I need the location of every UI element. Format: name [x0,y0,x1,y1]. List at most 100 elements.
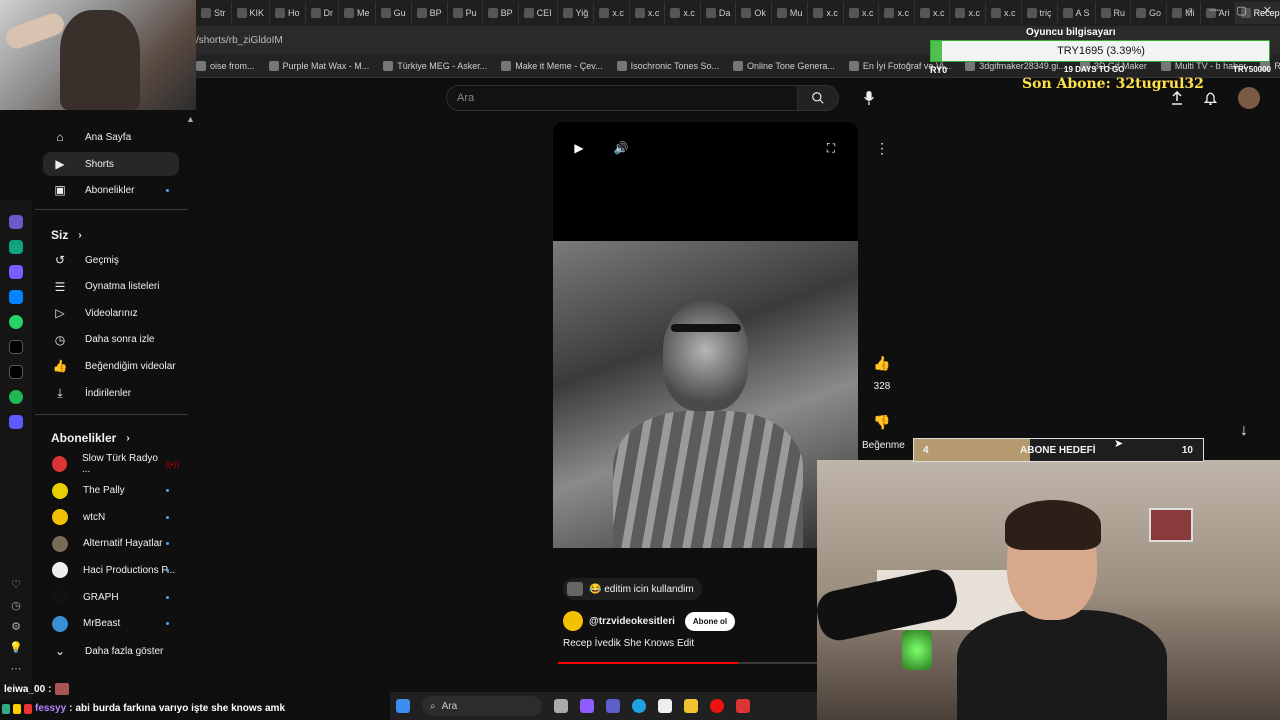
show-more-button[interactable]: ⌄ Daha fazla göster [43,639,179,663]
next-short-button[interactable]: ↓ [1232,419,1256,443]
browser-tab[interactable]: x.c [808,2,844,24]
sidebar-channel[interactable]: GRAPH [43,585,179,609]
store-icon[interactable] [658,699,672,713]
file-explorer-icon[interactable] [684,699,698,713]
browser-tab[interactable]: x.c [986,2,1022,24]
collapse-arrow-icon[interactable]: ▲ [186,114,195,124]
aria-icon[interactable] [9,215,23,229]
minimize-icon[interactable]: — [1209,4,1220,17]
sidebar-channel[interactable]: Haci Productions P... [43,558,179,582]
whatsapp-icon[interactable] [9,315,23,329]
subscribe-button[interactable]: Abone ol [684,611,736,631]
browser-tab[interactable]: Ho [270,2,306,24]
browser-tab[interactable]: Me [339,2,376,24]
you-section-header[interactable]: Siz › [51,228,82,242]
browser-tab[interactable]: CEI [519,2,558,24]
chatgpt-icon[interactable] [9,240,23,254]
search-button[interactable] [797,85,839,111]
bulb-icon[interactable]: 💡 [9,641,23,654]
browser-tab[interactable]: A S [1058,2,1096,24]
browser-tab[interactable]: x.c [879,2,915,24]
opera-icon[interactable] [710,699,724,713]
short-player[interactable]: ▶ 🔊 ⛶ 😂 editim icin kullandim @trzvideok… [553,122,858,670]
sidebar-item-playlists[interactable]: ☰ Oynatma listeleri [43,275,179,299]
bookmark-item[interactable]: Isochronic Tones So... [616,60,719,71]
x-icon[interactable] [9,365,23,379]
url-text[interactable]: /shorts/rb_ziGldoIM [196,35,283,46]
search-input[interactable]: Ara [446,85,798,111]
tiktok-icon[interactable] [9,340,23,354]
settings-icon[interactable]: ⚙ [11,620,21,633]
copilot-icon[interactable] [580,699,594,713]
browser-tab[interactable]: Go [1131,2,1168,24]
heart-icon[interactable]: ♡ [11,578,21,591]
sidebar-channel[interactable]: Slow Türk Radyo ... ((•)) [43,452,179,476]
sidebar-channel[interactable]: MrBeast [43,612,179,636]
sidebar-item-watch-later[interactable]: ◷ Daha sonra izle [43,328,179,352]
player-icon[interactable] [9,415,23,429]
search-tabs-icon[interactable]: ⌕ [1187,4,1193,17]
browser-tab[interactable]: KIK [232,2,271,24]
bookmark-item[interactable]: oise from... [196,60,255,71]
more-actions-button[interactable]: ⋮ [870,136,894,160]
progress-bar[interactable] [558,662,858,664]
browser-tab[interactable]: Yiğ [558,2,595,24]
bookmark-item[interactable]: Make it Meme - Çev... [501,60,603,71]
sidebar-item-downloads[interactable]: ⤓ İndirilenler [43,381,179,405]
close-icon[interactable]: ✕ [1263,4,1272,17]
more-icon[interactable]: ⋯ [11,662,22,675]
cs-icon[interactable] [9,265,23,279]
sidebar-channel[interactable]: Alternatif Hayatlar [43,532,179,556]
browser-tab[interactable]: Dr [306,2,340,24]
like-button[interactable]: 👍 328 [862,351,902,393]
bookmark-item[interactable]: Online Tone Genera... [732,60,835,71]
short-title[interactable]: Recep İvedik She Knows Edit [563,638,694,649]
subscriptions-section-header[interactable]: Abonelikler › [51,431,130,445]
browser-tab[interactable]: x.c [950,2,986,24]
volume-icon[interactable]: 🔊 [613,140,629,156]
browser-tab[interactable]: x.c [630,2,666,24]
sidebar-item-shorts[interactable]: ▶ Shorts [43,152,179,176]
sidebar-item-your-videos[interactable]: ▷ Videolarınız [43,301,179,325]
sidebar-item-subscriptions[interactable]: ▣ Abonelikler [43,178,179,202]
browser-tab[interactable]: x.c [594,2,630,24]
sidebar-item-home[interactable]: ⌂ Ana Sayfa [43,125,179,149]
teams-icon[interactable] [606,699,620,713]
dislike-button[interactable]: 👎 Beğenme [862,410,905,452]
bookmark-item[interactable]: Türkiye MEG - Asker... [383,60,487,71]
messenger-icon[interactable] [9,290,23,304]
maximize-icon[interactable]: ▢ [1236,4,1246,17]
task-view-icon[interactable] [554,699,568,713]
voice-search-button[interactable] [857,86,881,110]
browser-tab[interactable]: BP [483,2,519,24]
clock-icon[interactable]: ◷ [11,599,21,612]
spotify-icon[interactable] [9,390,23,404]
edge-icon[interactable] [632,699,646,713]
sidebar-item-liked-videos[interactable]: 👍 Beğendiğim videolar [43,354,179,378]
browser-tab[interactable]: Str [196,2,232,24]
account-avatar[interactable] [1238,87,1260,109]
channel-name[interactable]: @trzvideokesitleri [589,616,675,627]
browser-tab[interactable]: x.c [915,2,951,24]
browser-tab[interactable]: Da [701,2,737,24]
taskbar-search[interactable]: ⌕ Ara [422,696,542,716]
browser-tab[interactable]: BP [412,2,448,24]
browser-tab[interactable]: triç [1022,2,1058,24]
sidebar-item-history[interactable]: ↺ Geçmiş [43,248,179,272]
sidebar-channel[interactable]: The Pally [43,479,179,503]
sidebar-channel[interactable]: wtcN [43,505,179,529]
browser-tab[interactable]: x.c [665,2,701,24]
windows-start-icon[interactable] [396,699,410,713]
comment-chip[interactable]: 😂 editim icin kullandim [563,578,702,600]
browser-tab[interactable]: Gu [376,2,412,24]
app-icon[interactable] [736,699,750,713]
browser-tab[interactable]: x.c [844,2,880,24]
fullscreen-icon[interactable]: ⛶ [823,140,839,156]
bookmark-item[interactable]: Purple Mat Wax - M... [268,60,369,71]
browser-tab[interactable]: Ru [1096,2,1132,24]
channel-avatar[interactable] [563,611,583,631]
browser-tab[interactable]: Ok [736,2,772,24]
browser-tab[interactable]: Pu [448,2,483,24]
play-icon[interactable]: ▶ [571,140,587,156]
browser-tab[interactable]: Mu [772,2,809,24]
